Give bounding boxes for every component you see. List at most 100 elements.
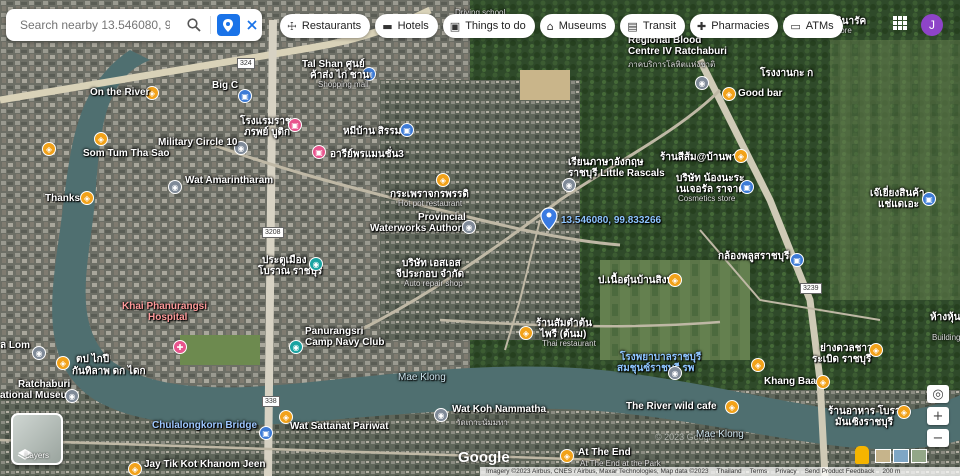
street-view-pegman-icon[interactable]	[855, 446, 869, 464]
footer-link-thailand[interactable]: Thailand	[717, 468, 742, 475]
chip-museums[interactable]: ⌂ Museums	[539, 14, 616, 38]
map-label-museum-1[interactable]: Ratchaburi	[18, 379, 70, 390]
green-field-patch	[180, 335, 260, 365]
hotel-pin-icon[interactable]: ▣	[288, 118, 302, 132]
clear-search-button[interactable]	[242, 14, 262, 36]
hospital-pin-icon[interactable]: ✚	[173, 340, 187, 354]
map-label-pueng[interactable]: ป.เนื้อตุ๋นบ้านสิงห์	[598, 273, 673, 288]
search-input[interactable]	[18, 17, 172, 33]
restaurant-pin-icon[interactable]: ◈	[734, 149, 748, 163]
restaurant-pin-icon[interactable]: ◈	[94, 132, 108, 146]
account-avatar[interactable]: J	[921, 14, 943, 36]
shopping-pin-icon[interactable]: ▣	[740, 180, 754, 194]
footer-link-privacy[interactable]: Privacy	[775, 468, 796, 475]
shopping-pin-icon[interactable]: ▣	[922, 192, 936, 206]
map-label-khai-hospital-1[interactable]: Khai Phanurangsi	[122, 301, 207, 312]
hotel-pin-icon[interactable]: ▣	[312, 145, 326, 159]
restaurant-pin-icon[interactable]: ◈	[869, 343, 883, 357]
place-pin-icon[interactable]: ◉	[668, 366, 682, 380]
imagery-thumb-icon[interactable]	[875, 449, 891, 463]
bar-pin-icon[interactable]: ◈	[722, 87, 736, 101]
temple-pin-icon[interactable]: ◉	[434, 408, 448, 422]
map-label-thanks[interactable]: Thanks	[45, 193, 80, 204]
my-location-button[interactable]: ◎	[927, 385, 949, 403]
restaurant-pin-icon[interactable]: ◈	[42, 142, 56, 156]
restaurant-pin-icon[interactable]: ◈	[128, 462, 142, 476]
map-label-wild-cafe[interactable]: The River wild cafe	[626, 401, 717, 412]
zoom-out-button[interactable]: −	[927, 429, 949, 447]
restaurant-pin-icon[interactable]: ◈	[897, 405, 911, 419]
chip-hotels[interactable]: ▬ Hotels	[375, 14, 438, 38]
imagery-thumb-icon[interactable]	[911, 449, 927, 463]
map-label-chula-bridge[interactable]: Chulalongkorn Bridge	[152, 420, 257, 431]
museum-pin-icon[interactable]: ◉	[65, 389, 79, 403]
chip-atms[interactable]: ▭ ATMs	[783, 14, 843, 38]
restaurant-pin-icon[interactable]: ◈	[80, 191, 94, 205]
map-label-koh-thai[interactable]: โรงงานกะ ก	[760, 66, 813, 81]
map-label-on-the-river[interactable]: On the River	[90, 87, 149, 98]
directions-button[interactable]	[217, 14, 240, 36]
map-label-hang[interactable]: ห้างหุ้น	[930, 310, 960, 325]
transit-icon: ▤	[627, 19, 638, 33]
chip-restaurants[interactable]: ☩ Restaurants	[280, 14, 371, 38]
place-pin-icon[interactable]: ◉	[32, 346, 46, 360]
map-label-blood-centre-2[interactable]: Centre IV Ratchaburi	[628, 46, 727, 57]
map-label-shop-thai[interactable]: ร้านสีส้ม@บ้านพาส	[660, 150, 743, 165]
map-label-good-bar[interactable]: Good bar	[738, 88, 782, 99]
apps-grid-icon[interactable]	[893, 16, 907, 30]
zoom-in-button[interactable]: +	[927, 407, 949, 425]
map-label-slom[interactable]: ล Lom	[0, 338, 30, 353]
restaurant-pin-icon[interactable]: ◈	[816, 375, 830, 389]
temple-pin-icon[interactable]: ◉	[168, 180, 182, 194]
shopping-pin-icon[interactable]: ▣	[400, 123, 414, 137]
map-label-at-the-end[interactable]: At The End	[578, 447, 631, 458]
map-label-wat-sattanat[interactable]: Wat Sattanat Pariwat	[290, 421, 389, 432]
imagery-thumb-icon[interactable]	[893, 449, 909, 463]
restaurant-pin-icon[interactable]: ◈	[560, 449, 574, 463]
cafe-pin-icon[interactable]: ◈	[725, 400, 739, 414]
map-label-khai-hospital-2[interactable]: Hospital	[148, 312, 187, 323]
restaurant-pin-icon[interactable]: ◈	[751, 358, 765, 372]
museum-icon: ⌂	[546, 19, 554, 33]
map-label-wat-koh[interactable]: Wat Koh Nammatha	[452, 404, 546, 415]
government-pin-icon[interactable]: ◉	[695, 76, 709, 90]
restaurant-pin-icon[interactable]: ◈	[668, 273, 682, 287]
footer-link-terms[interactable]: Terms	[750, 468, 768, 475]
scale-label[interactable]: 200 m	[882, 468, 900, 475]
map-label-ari[interactable]: อารีย์พรแมนชั่น3	[330, 147, 404, 162]
map-label-glasses[interactable]: กล้องพลูสราชบุรี	[718, 249, 789, 264]
map-label-khang-baan[interactable]: Khang Baan	[764, 376, 822, 387]
chip-pharmacies[interactable]: ✚ Pharmacies	[690, 14, 779, 38]
restaurant-pin-icon[interactable]: ◈	[436, 173, 450, 187]
chip-transit[interactable]: ▤ Transit	[620, 14, 686, 38]
search-box[interactable]	[6, 9, 262, 41]
map-label-cafe-thai[interactable]: หมีบ้าน สิรรม	[343, 124, 401, 139]
map-label-provincial-1[interactable]: Provincial	[418, 212, 466, 223]
map-label-provincial-2[interactable]: Waterworks Authority	[370, 223, 473, 234]
map-label-panurangsri-1[interactable]: Panurangsri	[305, 326, 363, 337]
map-label-jay-tik[interactable]: Jay Tik Kot Khanom Jeen	[144, 459, 266, 470]
restaurant-pin-icon[interactable]: ◈	[519, 326, 533, 340]
restaurant-icon: ☩	[287, 19, 297, 33]
map-label-panurangsri-2[interactable]: Camp Navy Club	[305, 337, 384, 348]
club-pin-icon[interactable]: ◉	[289, 340, 303, 354]
shopping-pin-icon[interactable]: ▣	[790, 253, 804, 267]
map-sublabel-blood-centre: ภาคบริการโลหิตแห่งชาติ	[628, 60, 716, 69]
map-label-wat-amarin[interactable]: Wat Amarintharam	[185, 175, 273, 186]
landmark-pin-icon[interactable]: ◉	[309, 257, 323, 271]
government-pin-icon[interactable]: ◉	[462, 220, 476, 234]
search-button[interactable]	[184, 14, 204, 36]
map-label-military-circle[interactable]: Military Circle 10	[158, 137, 237, 148]
shopping-pin-icon[interactable]: ▣	[238, 89, 252, 103]
transit-pin-icon[interactable]: ▣	[259, 426, 273, 440]
restaurant-pin-icon[interactable]: ◈	[56, 356, 70, 370]
atm-icon: ▭	[790, 19, 801, 33]
map-label-som-tum[interactable]: Som Tum Tha Sao	[83, 148, 170, 159]
chip-things-to-do[interactable]: ▣ Things to do	[442, 14, 535, 38]
footer-link-feedback[interactable]: Send Product Feedback	[805, 468, 875, 475]
map-label-big-c[interactable]: Big C	[212, 80, 238, 91]
things-to-do-icon: ▣	[449, 19, 461, 33]
layers-button[interactable]: Layers	[11, 413, 63, 465]
school-pin-icon[interactable]: ◉	[562, 178, 576, 192]
map-label-little-rascals[interactable]: ราชบุรี Little Rascals	[568, 166, 665, 181]
